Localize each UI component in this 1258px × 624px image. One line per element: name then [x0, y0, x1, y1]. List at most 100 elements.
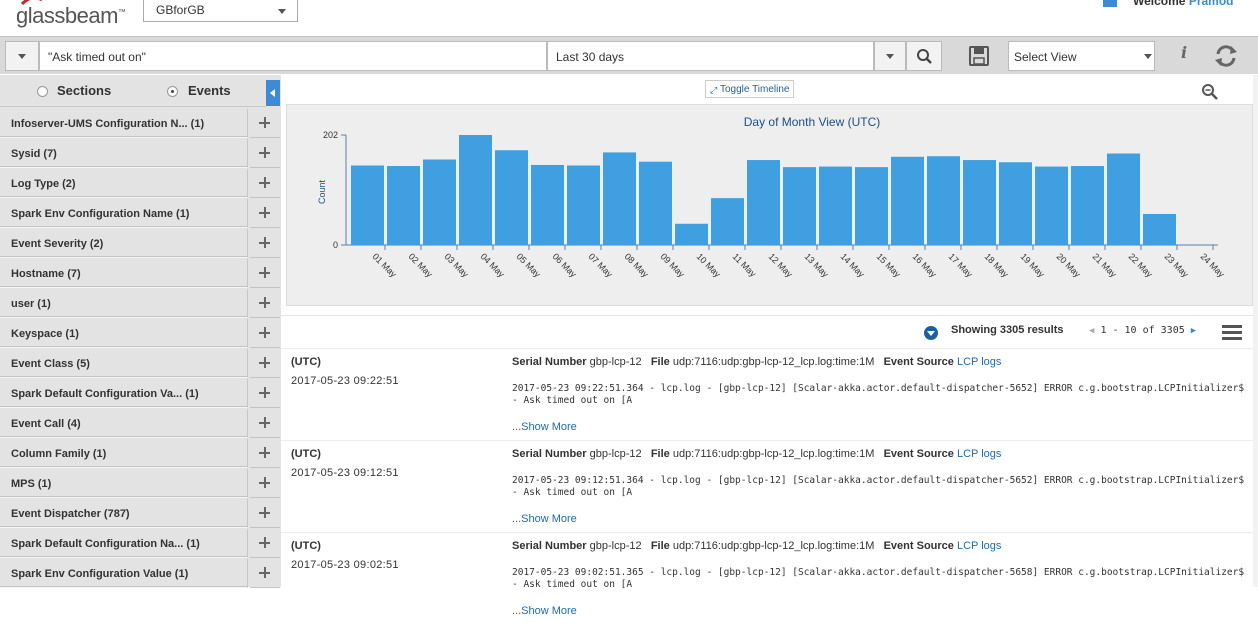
facet-row[interactable]: Spark Env Configuration Value (1): [0, 559, 280, 588]
bar[interactable]: [891, 156, 924, 245]
bar[interactable]: [1143, 213, 1176, 245]
facet-row[interactable]: Event Dispatcher (787): [0, 499, 280, 528]
bar[interactable]: [567, 165, 600, 245]
sections-radio[interactable]: [37, 86, 48, 97]
facet-row[interactable]: Hostname (7): [0, 259, 280, 288]
next-page-icon[interactable]: ▶: [1191, 326, 1196, 336]
facet-row[interactable]: Spark Default Configuration Na... (1): [0, 529, 280, 558]
plus-icon[interactable]: [250, 139, 280, 168]
bar[interactable]: [999, 162, 1032, 245]
facet-row[interactable]: Log Type (2): [0, 169, 280, 198]
facet-label[interactable]: Event Class (5): [0, 349, 248, 378]
events-radio-label[interactable]: Events: [188, 83, 231, 98]
plus-icon[interactable]: [250, 439, 280, 468]
vertical-scrollbar[interactable]: [1253, 75, 1258, 587]
query-options-dropdown[interactable]: [5, 41, 39, 71]
bar[interactable]: [819, 166, 852, 245]
download-icon[interactable]: [924, 326, 938, 340]
plus-icon[interactable]: [250, 559, 280, 588]
show-more-link[interactable]: ...Show More: [512, 421, 577, 433]
save-view-button[interactable]: [962, 41, 996, 71]
bar[interactable]: [351, 165, 384, 245]
events-radio[interactable]: [167, 86, 178, 97]
facet-label[interactable]: user (1): [0, 289, 248, 318]
facet-label[interactable]: Spark Default Configuration Na... (1): [0, 529, 248, 558]
facet-label[interactable]: Sysid (7): [0, 139, 248, 168]
bar[interactable]: [603, 152, 636, 245]
plus-icon[interactable]: [250, 169, 280, 198]
workspace-select[interactable]: GBforGB: [143, 0, 298, 22]
facet-row[interactable]: Event Class (5): [0, 349, 280, 378]
show-more-link[interactable]: ...Show More: [512, 513, 577, 525]
facet-row[interactable]: Spark Default Configuration Va... (1): [0, 379, 280, 408]
bar[interactable]: [423, 159, 456, 245]
plus-icon[interactable]: [250, 409, 280, 438]
toggle-timeline-button[interactable]: ⤢ Toggle Timeline: [705, 80, 794, 98]
plus-icon[interactable]: [250, 229, 280, 258]
bar[interactable]: [1107, 153, 1140, 245]
bar[interactable]: [639, 161, 672, 245]
refresh-button[interactable]: [1212, 43, 1240, 69]
facet-label[interactable]: Keyspace (1): [0, 319, 248, 348]
bar[interactable]: [1035, 166, 1068, 245]
bar[interactable]: [675, 223, 708, 245]
menu-icon[interactable]: [1222, 325, 1242, 341]
time-range-dropdown[interactable]: [874, 41, 906, 71]
facet-row[interactable]: Infoserver-UMS Configuration N... (1): [0, 109, 280, 138]
facet-label[interactable]: Column Family (1): [0, 439, 248, 468]
plus-icon[interactable]: [250, 499, 280, 528]
bar[interactable]: [855, 167, 888, 245]
facet-label[interactable]: MPS (1): [0, 469, 248, 498]
user-name-link[interactable]: Pramod: [1189, 0, 1234, 8]
bar[interactable]: [711, 198, 744, 245]
search-button[interactable]: [906, 41, 942, 71]
facet-label[interactable]: Event Dispatcher (787): [0, 499, 248, 528]
plus-icon[interactable]: [250, 289, 280, 318]
bar[interactable]: [747, 160, 780, 245]
plus-icon[interactable]: [250, 379, 280, 408]
collapse-sidebar-button[interactable]: [266, 80, 280, 106]
facet-row[interactable]: Sysid (7): [0, 139, 280, 168]
info-button[interactable]: i: [1172, 43, 1196, 69]
prev-page-icon[interactable]: ◀: [1089, 326, 1094, 336]
zoom-out-button[interactable]: [1201, 83, 1219, 101]
plus-icon[interactable]: [250, 259, 280, 288]
bar[interactable]: [387, 166, 420, 245]
facet-label[interactable]: Event Severity (2): [0, 229, 248, 258]
facet-label[interactable]: Hostname (7): [0, 259, 248, 288]
bar[interactable]: [495, 150, 528, 245]
facet-label[interactable]: Event Call (4): [0, 409, 248, 438]
facet-row[interactable]: Spark Env Configuration Name (1): [0, 199, 280, 228]
bar[interactable]: [531, 164, 564, 245]
plus-icon[interactable]: [250, 469, 280, 498]
bar[interactable]: [459, 135, 492, 245]
facet-label[interactable]: Spark Default Configuration Va... (1): [0, 379, 248, 408]
glassbeam-logo[interactable]: glassbeam™: [14, 0, 134, 30]
bar[interactable]: [783, 167, 816, 245]
sections-radio-label[interactable]: Sections: [57, 83, 111, 98]
event-source-link[interactable]: LCP logs: [957, 540, 1001, 552]
plus-icon[interactable]: [250, 109, 280, 138]
show-more-link[interactable]: ...Show More: [512, 605, 577, 617]
select-view-dropdown[interactable]: Select View: [1008, 41, 1155, 71]
facet-row[interactable]: MPS (1): [0, 469, 280, 498]
time-range-input[interactable]: Last 30 days: [547, 41, 874, 71]
facet-row[interactable]: Event Severity (2): [0, 229, 280, 258]
search-input[interactable]: "Ask timed out on": [39, 41, 547, 71]
facet-row[interactable]: Keyspace (1): [0, 319, 280, 348]
facet-label[interactable]: Spark Env Configuration Value (1): [0, 559, 248, 588]
facet-label[interactable]: Spark Env Configuration Name (1): [0, 199, 248, 228]
plus-icon[interactable]: [250, 529, 280, 558]
plus-icon[interactable]: [250, 319, 280, 348]
bar[interactable]: [1071, 166, 1104, 245]
event-source-link[interactable]: LCP logs: [957, 356, 1001, 368]
facet-label[interactable]: Infoserver-UMS Configuration N... (1): [0, 109, 248, 138]
plus-icon[interactable]: [250, 199, 280, 228]
bar[interactable]: [963, 160, 996, 245]
facet-label[interactable]: Log Type (2): [0, 169, 248, 198]
facet-row[interactable]: Event Call (4): [0, 409, 280, 438]
event-source-link[interactable]: LCP logs: [957, 448, 1001, 460]
bar[interactable]: [927, 156, 960, 245]
facet-row[interactable]: Column Family (1): [0, 439, 280, 468]
plus-icon[interactable]: [250, 349, 280, 378]
